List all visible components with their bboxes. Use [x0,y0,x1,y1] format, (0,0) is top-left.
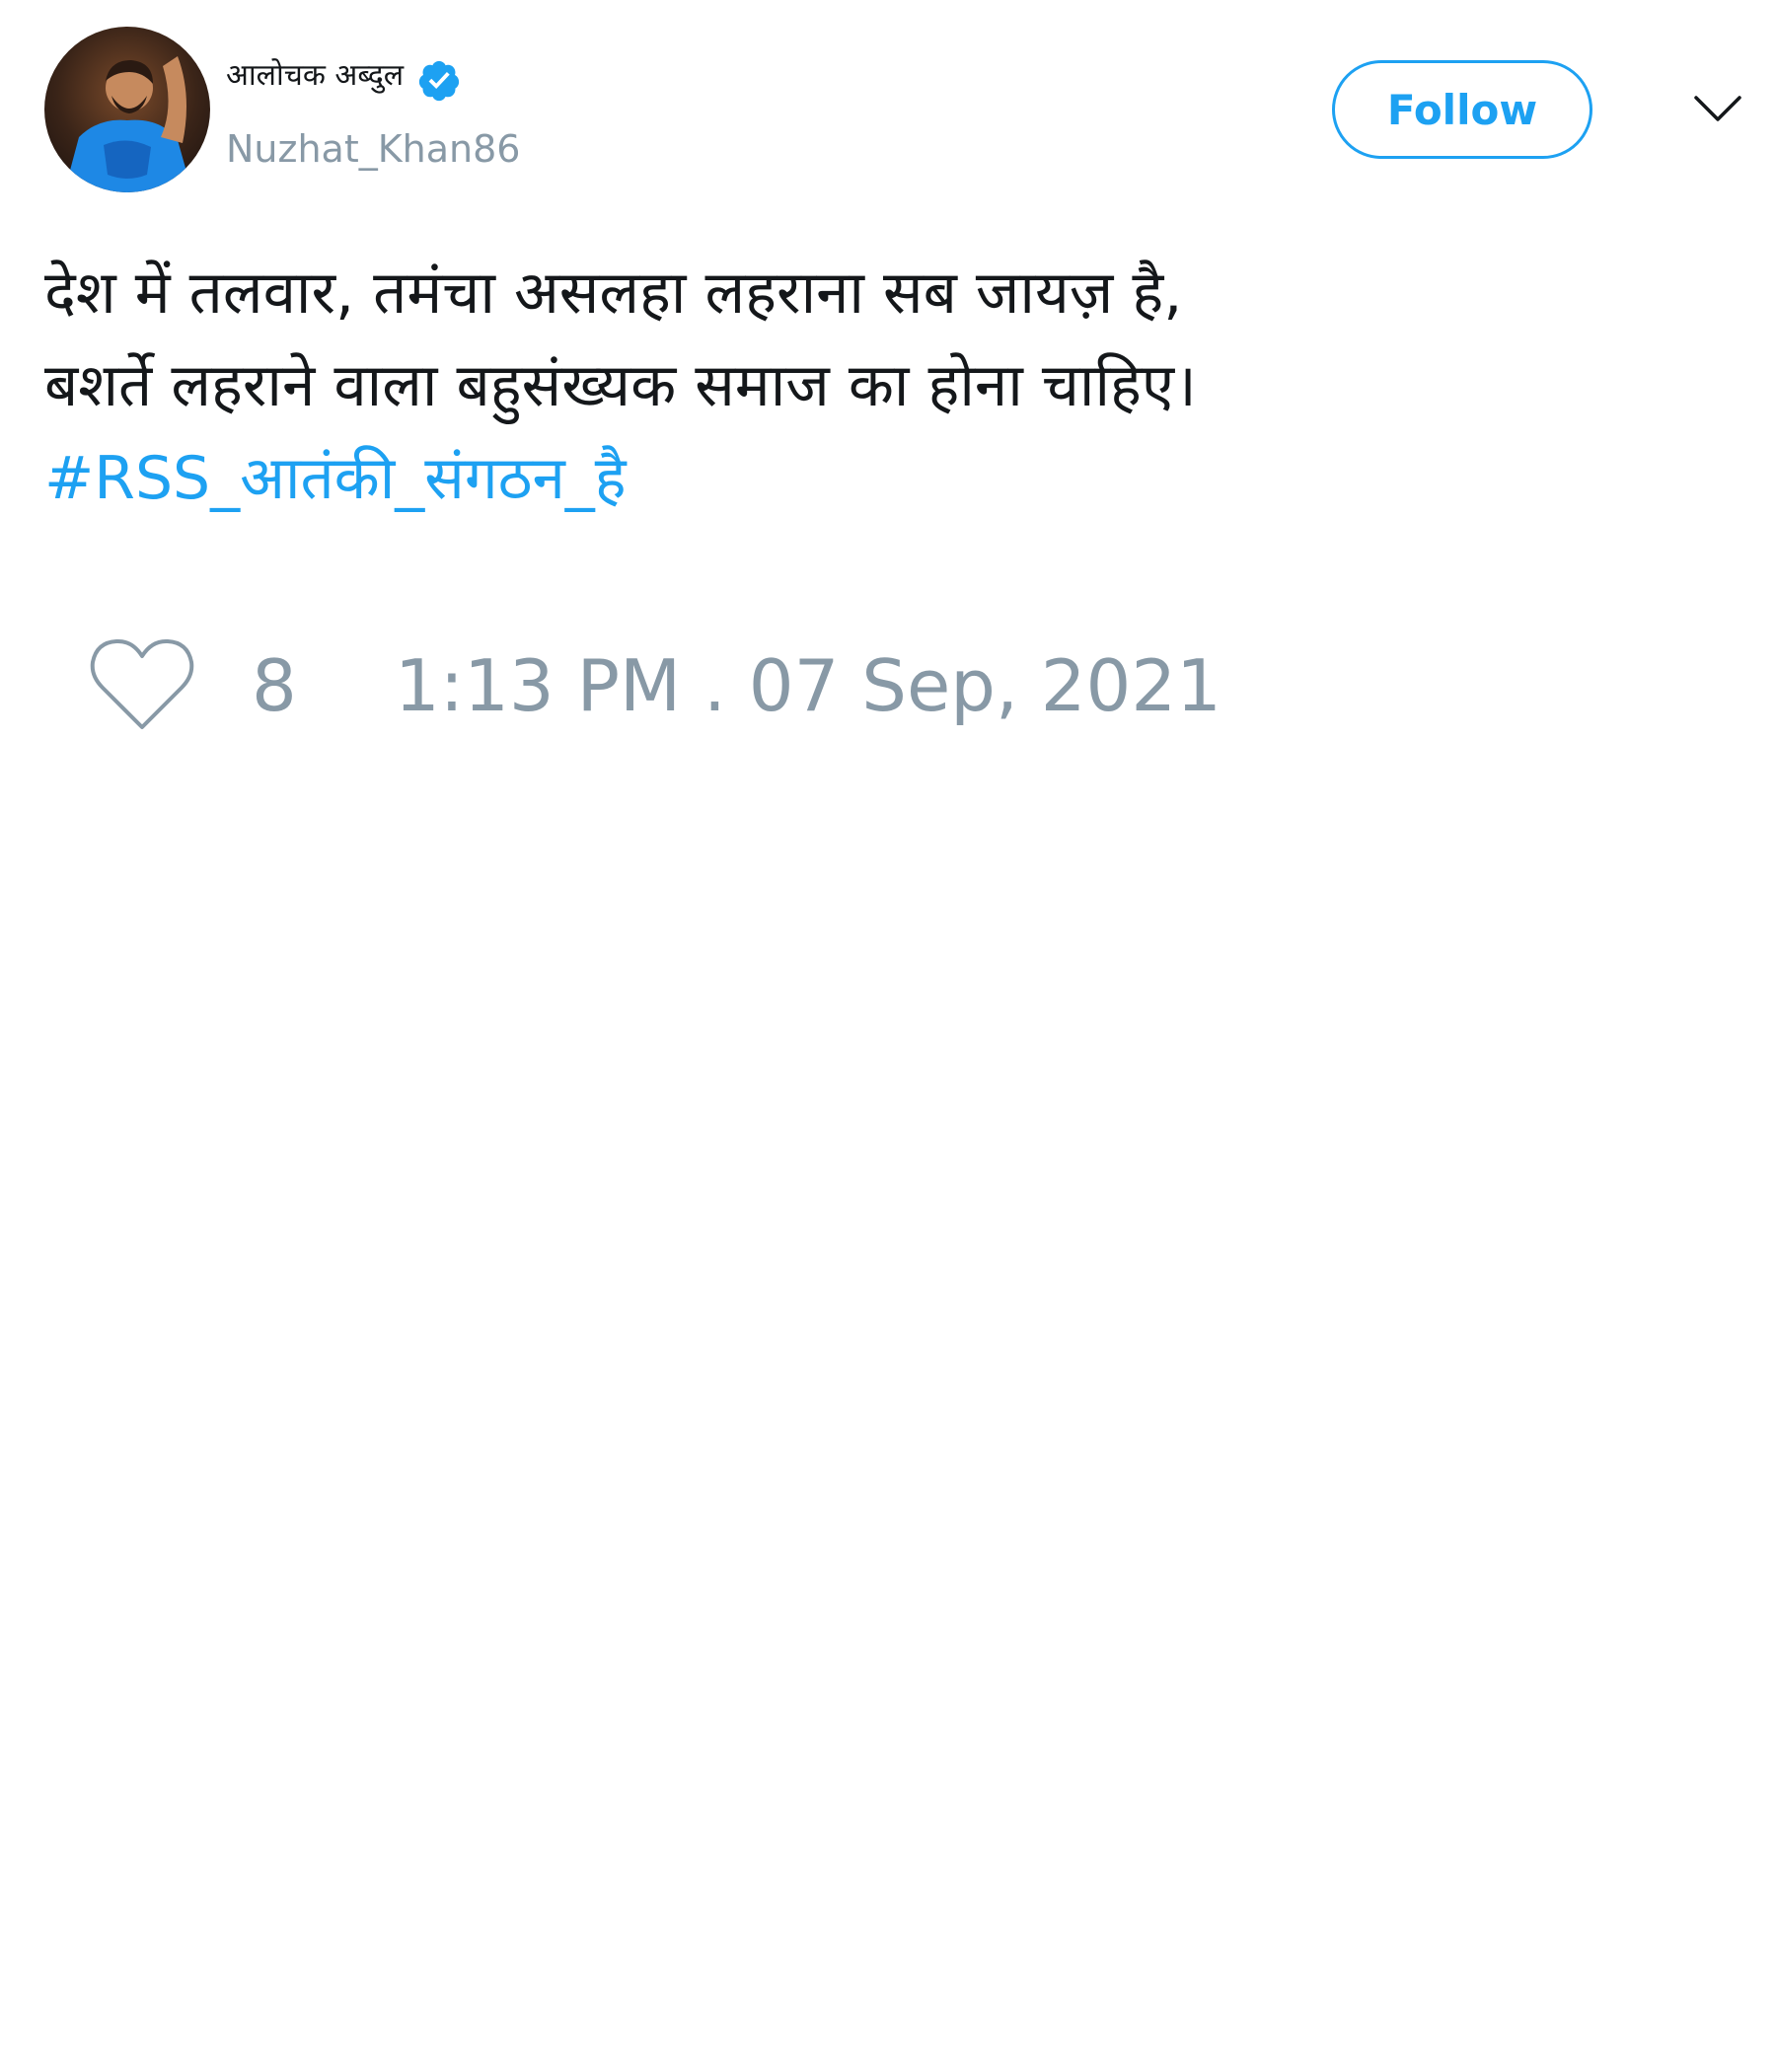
heart-outline-icon[interactable] [89,636,195,733]
tweet-line-1: देश में तलवार, तमंचा असलहा लहराना सब जाय… [44,259,1183,328]
tweet-timestamp[interactable]: 1:13 PM . 07 Sep, 2021 [395,646,1221,725]
author-handle[interactable]: Nuzhat_Khan86 [226,130,520,168]
like-count: 8 [252,644,297,727]
author-display-name[interactable]: आलोचक अब्दुल [226,61,404,91]
user-photo-icon [44,27,210,192]
tweet-text: देश में तलवार, तमंचा असलहा लहराना सब जाय… [44,247,1524,525]
follow-button[interactable]: Follow [1332,60,1592,159]
chevron-down-icon[interactable] [1693,94,1742,123]
avatar[interactable] [44,27,210,192]
verified-badge-icon [418,60,460,102]
hashtag-link[interactable]: #RSS_आतंकी_संगठन_है [44,432,1524,525]
tweet-line-2: बशर्ते लहराने वाला बहुसंख्यक समाज का होन… [44,351,1197,420]
